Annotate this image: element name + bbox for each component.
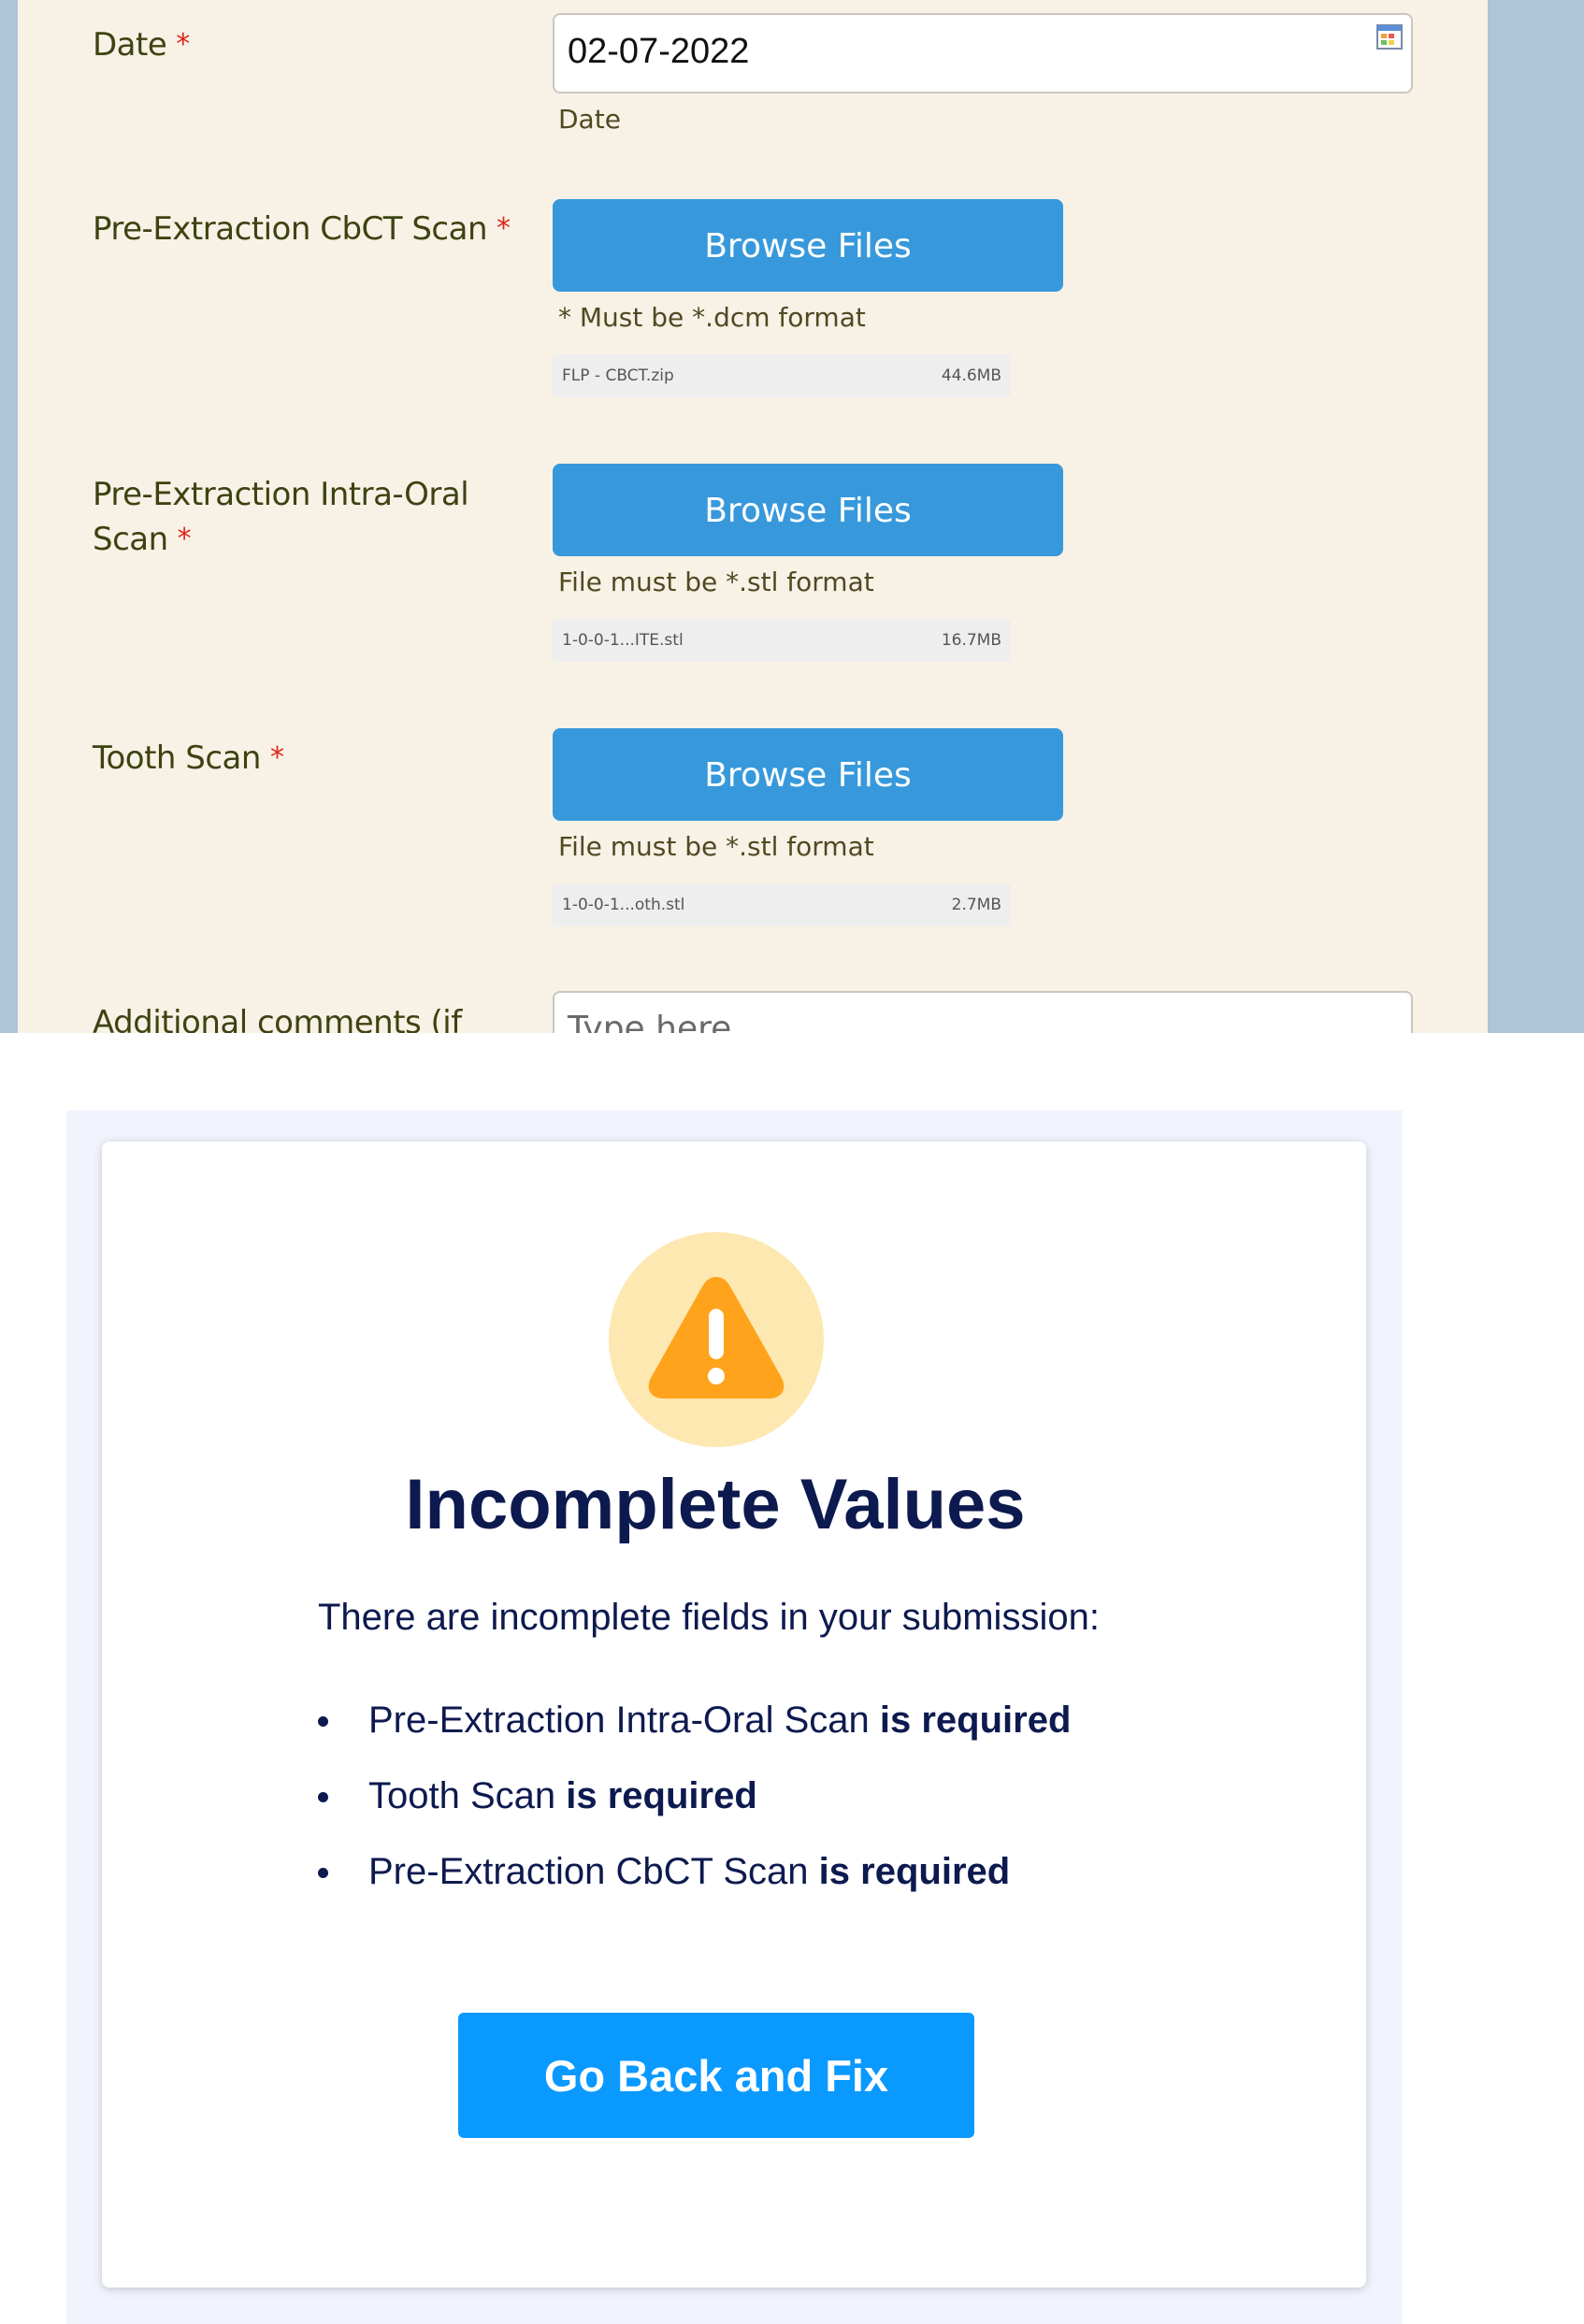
date-label-text: Date [93,26,167,64]
intraoral-label-line1: Pre-Extraction Intra-Oral [93,476,469,513]
error-field: Pre-Extraction CbCT Scan [368,1851,809,1892]
file-size: 2.7MB [951,896,1001,914]
error-item: Tooth Scan is required [318,1773,1071,1849]
warning-badge [609,1232,824,1447]
tooth-file-chip: 1-0-0-1...oth.stl 2.7MB [553,883,1011,926]
comments-label: Additional comments (if [93,1004,462,1033]
required-asterisk: * [497,212,511,245]
file-size: 44.6MB [941,366,1001,385]
date-label: Date * [93,22,541,67]
error-item: Pre-Extraction Intra-Oral Scan is requir… [318,1698,1071,1773]
bullet [318,1868,328,1878]
warning-icon [648,1277,785,1399]
date-value: 02-07-2022 [568,32,750,71]
tooth-label: Tooth Scan * [93,736,541,781]
comments-textarea[interactable]: Type here [553,991,1413,1033]
error-list: Pre-Extraction Intra-Oral Scan is requir… [318,1698,1071,1925]
cbct-label: Pre-Extraction CbCT Scan * [93,207,541,251]
error-suffix: is required [566,1775,757,1816]
form-screenshot: Date * 02-07-2022 Date Pre-Extraction CbC… [0,0,1584,1033]
cbct-browse-button[interactable]: Browse Files [553,199,1063,292]
go-back-and-fix-button[interactable]: Go Back and Fix [458,2013,974,2138]
comments-placeholder: Type here [568,1010,732,1033]
bullet [318,1716,328,1727]
intraoral-file-chip: 1-0-0-1...ITE.stl 16.7MB [553,619,1011,662]
calendar-icon[interactable] [1375,22,1404,50]
cbct-file-chip: FLP - CBCT.zip 44.6MB [553,354,1011,397]
intraoral-label-line2: Scan [93,521,168,558]
date-sublabel: Date [558,104,621,135]
date-input[interactable]: 02-07-2022 [553,13,1413,93]
error-suffix: is required [879,1700,1072,1741]
incomplete-values-dialog: Incomplete Values There are incomplete f… [102,1141,1366,2288]
intraoral-label: Pre-Extraction Intra-Oral Scan * [93,472,541,562]
required-asterisk: * [269,741,284,774]
error-suffix: is required [818,1851,1011,1892]
bullet [318,1792,328,1802]
intraoral-hint: File must be *.stl format [558,567,874,597]
modal-screenshot: Incomplete Values There are incomplete f… [66,1111,1403,2324]
error-field: Tooth Scan [368,1775,556,1816]
dialog-title: Incomplete Values [405,1465,1026,1544]
tooth-browse-button[interactable]: Browse Files [553,728,1063,821]
required-asterisk: * [176,28,190,61]
tooth-hint: File must be *.stl format [558,831,874,862]
file-size: 16.7MB [941,631,1001,650]
error-item: Pre-Extraction CbCT Scan is required [318,1849,1071,1925]
error-field: Pre-Extraction Intra-Oral Scan [368,1700,870,1741]
required-asterisk: * [177,523,192,555]
dialog-message: There are incomplete fields in your subm… [318,1597,1100,1638]
file-name: FLP - CBCT.zip [562,366,674,385]
file-name: 1-0-0-1...oth.stl [562,896,685,914]
cbct-hint: * Must be *.dcm format [558,302,866,333]
intraoral-browse-button[interactable]: Browse Files [553,464,1063,556]
cbct-label-text: Pre-Extraction CbCT Scan [93,210,488,248]
tooth-label-text: Tooth Scan [93,739,261,777]
form-card: Date * 02-07-2022 Date Pre-Extraction CbC… [18,0,1488,1033]
file-name: 1-0-0-1...ITE.stl [562,631,684,650]
